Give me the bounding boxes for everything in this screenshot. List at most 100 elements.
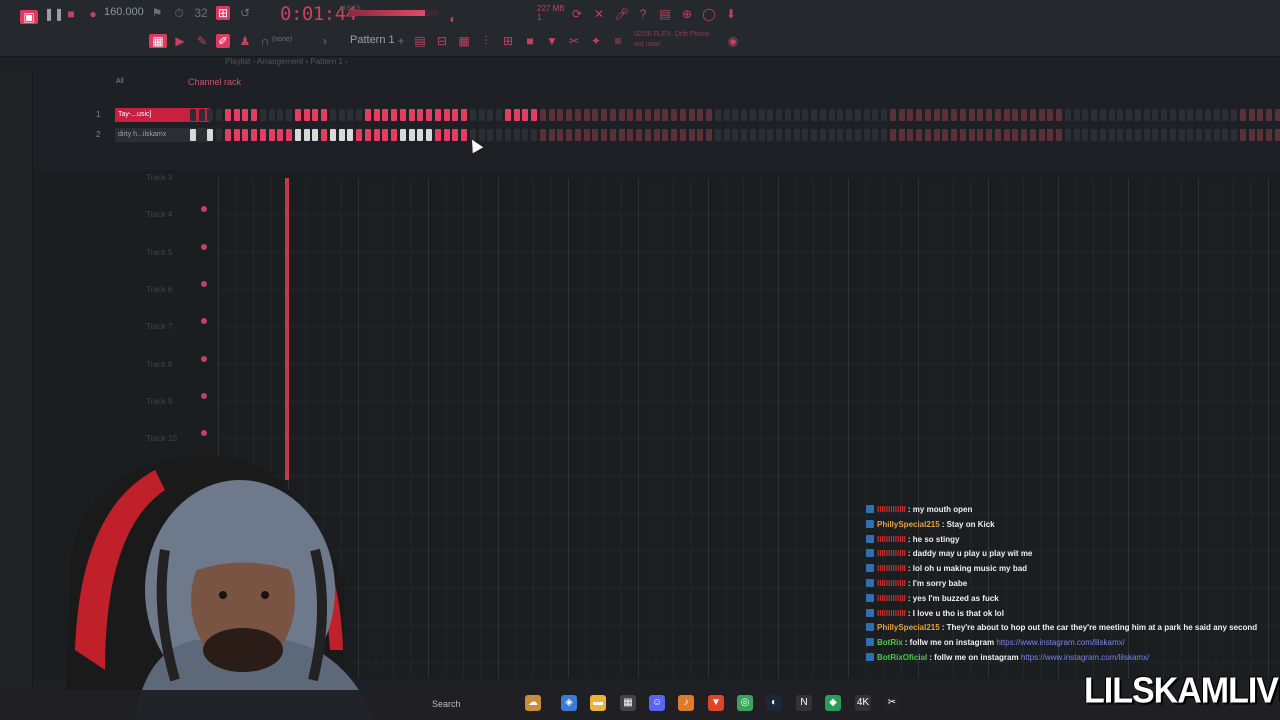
step-button[interactable] [1257, 109, 1263, 121]
step-button[interactable] [1170, 109, 1176, 121]
step-button[interactable] [390, 129, 397, 141]
step-button[interactable] [260, 129, 266, 141]
track-mute-icon[interactable] [201, 280, 207, 287]
step-button[interactable] [968, 109, 975, 121]
browser-panel[interactable] [0, 70, 33, 720]
step-button[interactable] [557, 129, 563, 141]
step-button[interactable] [530, 109, 537, 121]
stop-icon[interactable]: ■ [64, 7, 78, 21]
step-button[interactable] [1195, 129, 1202, 141]
track-mute-icon[interactable] [201, 355, 207, 362]
step-button[interactable] [548, 129, 555, 141]
step-button[interactable] [968, 129, 975, 141]
step-button[interactable] [915, 129, 922, 141]
step-button[interactable] [1047, 109, 1053, 121]
step-button[interactable] [977, 129, 983, 141]
step-button[interactable] [740, 109, 747, 121]
help-icon[interactable]: ? [636, 7, 650, 21]
step-button[interactable] [1187, 109, 1193, 121]
playlist-icon[interactable]: ▤ [413, 34, 427, 48]
step-button[interactable] [522, 109, 528, 121]
plugin-icon[interactable]: ▼ [545, 34, 559, 48]
step-button[interactable] [1248, 109, 1255, 121]
news-icon[interactable]: ◉ [726, 34, 740, 48]
step-button[interactable] [610, 109, 616, 121]
step-button[interactable] [820, 109, 826, 121]
step-button[interactable] [767, 109, 773, 121]
step-button[interactable] [618, 109, 625, 121]
step-button[interactable] [960, 109, 966, 121]
file-explorer-icon[interactable]: ▬ [590, 695, 606, 711]
step-button[interactable] [338, 129, 345, 141]
step-button[interactable] [592, 129, 598, 141]
chrome-icon[interactable]: ◎ [737, 695, 753, 711]
step-button[interactable] [1065, 129, 1071, 141]
arrow-right-icon[interactable]: › [318, 34, 332, 48]
piano-roll-icon[interactable]: ⊟ [435, 34, 449, 48]
step-button[interactable] [898, 109, 905, 121]
step-button[interactable] [872, 129, 878, 141]
steam-icon[interactable]: ◐ [766, 695, 782, 711]
step-button[interactable] [898, 129, 905, 141]
track-mute-icon[interactable] [201, 243, 207, 250]
step-button[interactable] [1143, 109, 1150, 121]
step-button[interactable] [723, 129, 730, 141]
pencil-icon[interactable]: ✎ [195, 34, 209, 48]
step-button[interactable] [802, 109, 808, 121]
step-button[interactable] [225, 109, 231, 121]
step-button[interactable] [977, 109, 983, 121]
step-button[interactable] [198, 109, 205, 121]
play-pattern-icon[interactable]: ▶ [173, 34, 187, 48]
step-button[interactable] [460, 129, 467, 141]
step-button[interactable] [303, 109, 310, 121]
step-button[interactable] [985, 129, 992, 141]
step-button[interactable] [750, 109, 756, 121]
step-button[interactable] [1003, 109, 1010, 121]
track-mute-icon[interactable] [201, 392, 207, 399]
channel-row-1[interactable]: 1 Tay-...usic] [40, 107, 1280, 125]
step-button[interactable] [1038, 129, 1045, 141]
track-label[interactable]: Track 4 [146, 210, 172, 219]
step-button[interactable] [688, 109, 695, 121]
record-icon[interactable]: ● [86, 7, 100, 21]
step-button[interactable] [1117, 129, 1123, 141]
step-button[interactable] [785, 109, 791, 121]
step-button[interactable] [680, 109, 686, 121]
step-button[interactable] [285, 129, 292, 141]
step-button[interactable] [190, 129, 196, 141]
step-button[interactable] [1222, 109, 1228, 121]
step-button[interactable] [575, 109, 581, 121]
step-button[interactable] [1100, 109, 1106, 121]
step-button[interactable] [583, 129, 590, 141]
step-button[interactable] [425, 109, 432, 121]
step-button[interactable] [295, 109, 301, 121]
step-button[interactable] [1012, 109, 1018, 121]
step-button[interactable] [1240, 129, 1246, 141]
step-button[interactable] [845, 109, 852, 121]
step-button[interactable] [540, 129, 546, 141]
step-button[interactable] [670, 109, 677, 121]
mixer-icon[interactable]: ⫶ [479, 34, 493, 48]
step-button[interactable] [1047, 129, 1053, 141]
pattern-selector[interactable]: Pattern 1 [350, 34, 395, 46]
step-button[interactable] [487, 129, 493, 141]
step-button[interactable] [1117, 109, 1123, 121]
metronome-icon[interactable]: ⚑ [150, 6, 164, 20]
step-button[interactable] [452, 109, 458, 121]
step-button[interactable] [540, 109, 546, 121]
channel-row-2[interactable]: 2 dirty h...ilskamx [40, 127, 1280, 145]
step-button[interactable] [347, 109, 353, 121]
step-button[interactable] [373, 129, 380, 141]
step-button[interactable] [645, 129, 651, 141]
step-button[interactable] [1205, 109, 1211, 121]
step-button[interactable] [495, 109, 502, 121]
step-button[interactable] [995, 129, 1001, 141]
step-button[interactable] [312, 129, 318, 141]
store-icon[interactable]: ▦ [620, 695, 636, 711]
copilot-icon[interactable]: ◈ [561, 695, 577, 711]
step-button[interactable] [793, 129, 800, 141]
step-button[interactable] [925, 129, 931, 141]
netflix-icon[interactable]: N [796, 695, 812, 711]
step-button[interactable] [1125, 109, 1132, 121]
step-button[interactable] [1100, 129, 1106, 141]
